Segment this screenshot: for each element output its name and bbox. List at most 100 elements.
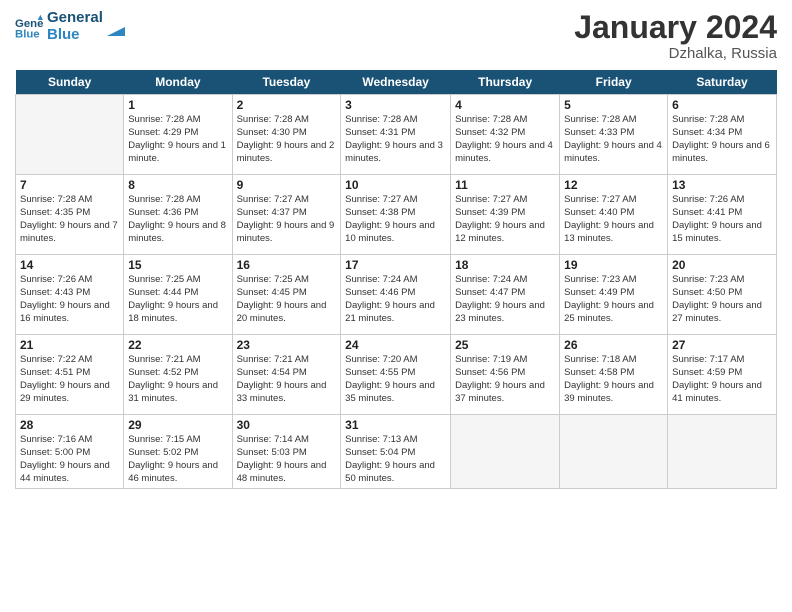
table-row: 12 Sunrise: 7:27 AM Sunset: 4:40 PM Dayl… (560, 175, 668, 255)
day-number: 10 (345, 178, 446, 192)
day-number: 4 (455, 98, 555, 112)
day-info: Sunrise: 7:24 AM Sunset: 4:46 PM Dayligh… (345, 274, 446, 325)
day-info: Sunrise: 7:15 AM Sunset: 5:02 PM Dayligh… (128, 434, 227, 485)
day-number: 17 (345, 258, 446, 272)
day-info: Sunrise: 7:28 AM Sunset: 4:33 PM Dayligh… (564, 114, 663, 165)
svg-text:Blue: Blue (15, 28, 40, 40)
day-info: Sunrise: 7:26 AM Sunset: 4:41 PM Dayligh… (672, 194, 772, 245)
table-row: 15 Sunrise: 7:25 AM Sunset: 4:44 PM Dayl… (124, 255, 232, 335)
table-row: 31 Sunrise: 7:13 AM Sunset: 5:04 PM Dayl… (341, 415, 451, 489)
day-info: Sunrise: 7:13 AM Sunset: 5:04 PM Dayligh… (345, 434, 446, 485)
header-tuesday: Tuesday (232, 70, 341, 95)
table-row: 5 Sunrise: 7:28 AM Sunset: 4:33 PM Dayli… (560, 95, 668, 175)
header-wednesday: Wednesday (341, 70, 451, 95)
day-info: Sunrise: 7:16 AM Sunset: 5:00 PM Dayligh… (20, 434, 119, 485)
table-row: 8 Sunrise: 7:28 AM Sunset: 4:36 PM Dayli… (124, 175, 232, 255)
table-row: 2 Sunrise: 7:28 AM Sunset: 4:30 PM Dayli… (232, 95, 341, 175)
day-info: Sunrise: 7:28 AM Sunset: 4:29 PM Dayligh… (128, 114, 227, 165)
calendar-row: 1 Sunrise: 7:28 AM Sunset: 4:29 PM Dayli… (16, 95, 777, 175)
day-number: 11 (455, 178, 555, 192)
day-number: 14 (20, 258, 119, 272)
header-friday: Friday (560, 70, 668, 95)
header-monday: Monday (124, 70, 232, 95)
day-info: Sunrise: 7:25 AM Sunset: 4:45 PM Dayligh… (237, 274, 337, 325)
day-info: Sunrise: 7:26 AM Sunset: 4:43 PM Dayligh… (20, 274, 119, 325)
table-row: 22 Sunrise: 7:21 AM Sunset: 4:52 PM Dayl… (124, 335, 232, 415)
table-row (16, 95, 124, 175)
table-row (451, 415, 560, 489)
day-number: 28 (20, 418, 119, 432)
day-number: 8 (128, 178, 227, 192)
table-row (668, 415, 777, 489)
table-row: 1 Sunrise: 7:28 AM Sunset: 4:29 PM Dayli… (124, 95, 232, 175)
logo-general: General (47, 10, 103, 27)
table-row: 25 Sunrise: 7:19 AM Sunset: 4:56 PM Dayl… (451, 335, 560, 415)
table-row: 4 Sunrise: 7:28 AM Sunset: 4:32 PM Dayli… (451, 95, 560, 175)
day-info: Sunrise: 7:28 AM Sunset: 4:32 PM Dayligh… (455, 114, 555, 165)
day-number: 1 (128, 98, 227, 112)
day-number: 12 (564, 178, 663, 192)
day-number: 6 (672, 98, 772, 112)
table-row: 9 Sunrise: 7:27 AM Sunset: 4:37 PM Dayli… (232, 175, 341, 255)
day-info: Sunrise: 7:28 AM Sunset: 4:36 PM Dayligh… (128, 194, 227, 245)
header: General Blue General Blue January 2024 D… (15, 10, 777, 62)
day-number: 19 (564, 258, 663, 272)
calendar-row: 7 Sunrise: 7:28 AM Sunset: 4:35 PM Dayli… (16, 175, 777, 255)
location: Dzhalka, Russia (574, 45, 777, 62)
table-row: 18 Sunrise: 7:24 AM Sunset: 4:47 PM Dayl… (451, 255, 560, 335)
table-row: 14 Sunrise: 7:26 AM Sunset: 4:43 PM Dayl… (16, 255, 124, 335)
day-number: 23 (237, 338, 337, 352)
day-info: Sunrise: 7:19 AM Sunset: 4:56 PM Dayligh… (455, 354, 555, 405)
day-info: Sunrise: 7:22 AM Sunset: 4:51 PM Dayligh… (20, 354, 119, 405)
day-info: Sunrise: 7:28 AM Sunset: 4:31 PM Dayligh… (345, 114, 446, 165)
table-row: 24 Sunrise: 7:20 AM Sunset: 4:55 PM Dayl… (341, 335, 451, 415)
calendar-row: 28 Sunrise: 7:16 AM Sunset: 5:00 PM Dayl… (16, 415, 777, 489)
table-row: 23 Sunrise: 7:21 AM Sunset: 4:54 PM Dayl… (232, 335, 341, 415)
day-info: Sunrise: 7:24 AM Sunset: 4:47 PM Dayligh… (455, 274, 555, 325)
day-info: Sunrise: 7:18 AM Sunset: 4:58 PM Dayligh… (564, 354, 663, 405)
day-info: Sunrise: 7:14 AM Sunset: 5:03 PM Dayligh… (237, 434, 337, 485)
table-row: 17 Sunrise: 7:24 AM Sunset: 4:46 PM Dayl… (341, 255, 451, 335)
table-row: 7 Sunrise: 7:28 AM Sunset: 4:35 PM Dayli… (16, 175, 124, 255)
day-number: 5 (564, 98, 663, 112)
day-number: 18 (455, 258, 555, 272)
day-info: Sunrise: 7:27 AM Sunset: 4:39 PM Dayligh… (455, 194, 555, 245)
day-number: 7 (20, 178, 119, 192)
day-info: Sunrise: 7:27 AM Sunset: 4:37 PM Dayligh… (237, 194, 337, 245)
day-info: Sunrise: 7:27 AM Sunset: 4:40 PM Dayligh… (564, 194, 663, 245)
day-info: Sunrise: 7:21 AM Sunset: 4:52 PM Dayligh… (128, 354, 227, 405)
day-number: 2 (237, 98, 337, 112)
day-number: 29 (128, 418, 227, 432)
logo-triangle-icon (107, 18, 125, 36)
calendar-row: 21 Sunrise: 7:22 AM Sunset: 4:51 PM Dayl… (16, 335, 777, 415)
logo: General Blue General Blue (15, 10, 125, 43)
table-row: 3 Sunrise: 7:28 AM Sunset: 4:31 PM Dayli… (341, 95, 451, 175)
table-row: 16 Sunrise: 7:25 AM Sunset: 4:45 PM Dayl… (232, 255, 341, 335)
day-info: Sunrise: 7:28 AM Sunset: 4:30 PM Dayligh… (237, 114, 337, 165)
table-row: 20 Sunrise: 7:23 AM Sunset: 4:50 PM Dayl… (668, 255, 777, 335)
table-row: 27 Sunrise: 7:17 AM Sunset: 4:59 PM Dayl… (668, 335, 777, 415)
table-row: 28 Sunrise: 7:16 AM Sunset: 5:00 PM Dayl… (16, 415, 124, 489)
day-number: 3 (345, 98, 446, 112)
header-sunday: Sunday (16, 70, 124, 95)
month-title: January 2024 (574, 10, 777, 45)
table-row: 30 Sunrise: 7:14 AM Sunset: 5:03 PM Dayl… (232, 415, 341, 489)
table-row (560, 415, 668, 489)
title-block: January 2024 Dzhalka, Russia (574, 10, 777, 62)
day-info: Sunrise: 7:28 AM Sunset: 4:35 PM Dayligh… (20, 194, 119, 245)
day-number: 30 (237, 418, 337, 432)
day-number: 16 (237, 258, 337, 272)
day-number: 31 (345, 418, 446, 432)
header-thursday: Thursday (451, 70, 560, 95)
table-row: 21 Sunrise: 7:22 AM Sunset: 4:51 PM Dayl… (16, 335, 124, 415)
table-row: 10 Sunrise: 7:27 AM Sunset: 4:38 PM Dayl… (341, 175, 451, 255)
day-info: Sunrise: 7:23 AM Sunset: 4:49 PM Dayligh… (564, 274, 663, 325)
table-row: 6 Sunrise: 7:28 AM Sunset: 4:34 PM Dayli… (668, 95, 777, 175)
page: General Blue General Blue January 2024 D… (0, 0, 792, 612)
calendar-table: Sunday Monday Tuesday Wednesday Thursday… (15, 70, 777, 489)
day-info: Sunrise: 7:23 AM Sunset: 4:50 PM Dayligh… (672, 274, 772, 325)
days-header-row: Sunday Monday Tuesday Wednesday Thursday… (16, 70, 777, 95)
day-number: 21 (20, 338, 119, 352)
header-saturday: Saturday (668, 70, 777, 95)
day-info: Sunrise: 7:27 AM Sunset: 4:38 PM Dayligh… (345, 194, 446, 245)
